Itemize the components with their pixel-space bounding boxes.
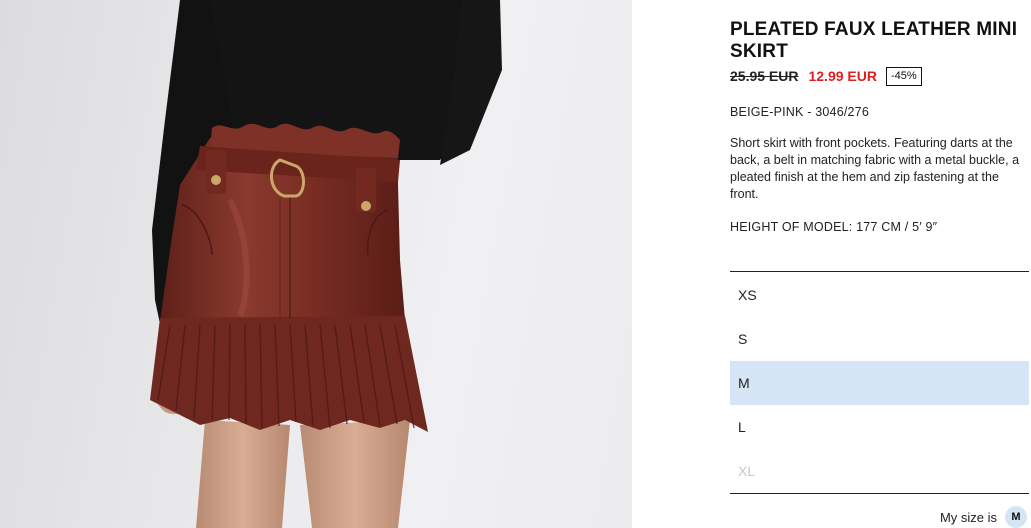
size-selector: XS S M L XL — [730, 271, 1029, 494]
my-size-badge: M — [1005, 506, 1027, 528]
price-row: 25.95 EUR 12.99 EUR -45% — [730, 66, 922, 86]
size-option-xl: XL — [738, 463, 756, 479]
model-height: HEIGHT OF MODEL: 177 CM / 5′ 9″ — [730, 220, 938, 234]
product-title: PLEATED FAUX LEATHER MINI SKIRT — [730, 19, 1018, 62]
product-description: Short skirt with front pockets. Featurin… — [730, 136, 1020, 201]
color-reference: BEIGE-PINK - 3046/276 — [730, 105, 869, 119]
product-photo-illustration — [150, 0, 502, 528]
my-size-label: My size is — [939, 509, 997, 525]
my-size-link[interactable]: My size is M — [940, 506, 1027, 528]
size-option-s[interactable]: S — [730, 317, 1029, 361]
original-price: 25.95 EUR — [730, 68, 799, 84]
product-page: PLEATED FAUX LEATHER MINI SKIRT 25.95 EU… — [0, 0, 1031, 528]
discount-badge: -45% — [885, 66, 922, 86]
size-option-m[interactable]: M — [730, 361, 1029, 405]
size-option-l[interactable]: L — [730, 405, 1029, 449]
size-option-xs[interactable]: XS — [730, 273, 1029, 317]
product-image[interactable] — [0, 0, 632, 528]
sale-price: 12.99 EUR — [808, 68, 877, 84]
product-details: PLEATED FAUX LEATHER MINI SKIRT 25.95 EU… — [730, 0, 1029, 528]
